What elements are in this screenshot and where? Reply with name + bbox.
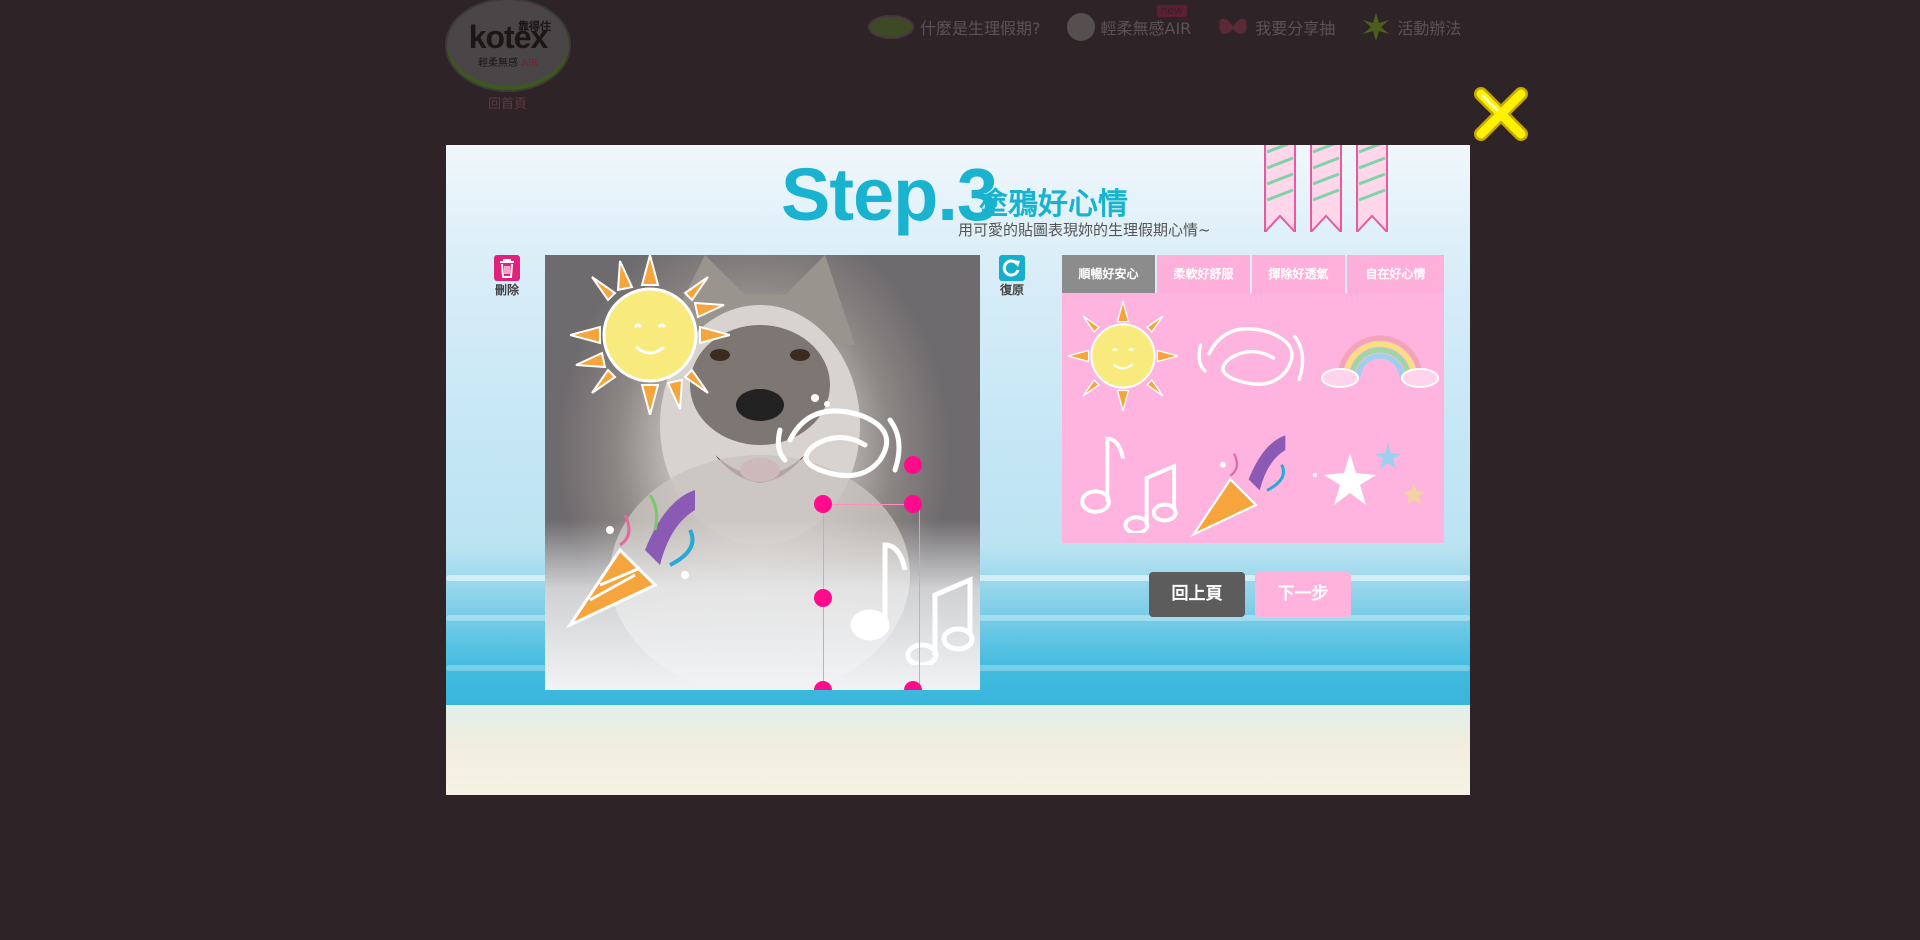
site-header: kotex 靠得住 輕柔無感 AIR 回首頁 什麼是生理假期? 輕柔無感AIR … bbox=[0, 0, 1920, 112]
swirl-sticker[interactable] bbox=[770, 390, 910, 500]
sticker-palette bbox=[1062, 293, 1444, 543]
delete-label: 刪除 bbox=[494, 283, 519, 297]
step-subtitle: 塗鴉好心情 bbox=[978, 187, 1128, 222]
kotex-logo[interactable]: kotex 靠得住 輕柔無感 AIR bbox=[447, 0, 569, 90]
resize-handle[interactable] bbox=[814, 495, 832, 513]
logo-sub: 輕柔無感 AIR bbox=[478, 57, 538, 69]
ribbon-decoration bbox=[1264, 145, 1388, 232]
swirl-sticker[interactable] bbox=[1192, 308, 1312, 408]
nav-item-what-is[interactable]: 什麼是生理假期? bbox=[868, 15, 1041, 39]
sun-sticker[interactable] bbox=[570, 255, 730, 415]
doodle-modal: Step.3 塗鴉好心情 用可愛的貼圖表現妳的生理假期心情~ 刪除 復原 順暢好… bbox=[446, 145, 1470, 795]
resize-handle[interactable] bbox=[904, 495, 922, 513]
home-link[interactable]: 回首頁 bbox=[488, 93, 527, 112]
resize-handle[interactable] bbox=[814, 589, 832, 607]
restore-button[interactable]: 復原 bbox=[999, 255, 1025, 298]
music-notes-sticker[interactable] bbox=[1072, 423, 1182, 533]
party-popper-sticker[interactable] bbox=[565, 480, 715, 630]
selection-box bbox=[823, 504, 920, 690]
next-step-button[interactable]: 下一步 bbox=[1255, 572, 1351, 617]
ufo-hat-icon bbox=[868, 15, 914, 39]
tab-soft[interactable]: 柔軟好舒服 bbox=[1157, 255, 1250, 293]
rotate-handle[interactable] bbox=[904, 456, 922, 474]
sun-sticker[interactable] bbox=[1068, 301, 1178, 411]
trash-icon bbox=[494, 255, 520, 281]
nav-item-share[interactable]: 我要分享抽 bbox=[1217, 15, 1335, 39]
rainbow-sticker[interactable] bbox=[1320, 328, 1440, 388]
butterfly-icon bbox=[1219, 18, 1247, 34]
new-badge: new bbox=[1156, 5, 1188, 17]
nav-item-air[interactable]: 輕柔無感AIR new bbox=[1066, 5, 1192, 41]
nav-label: 我要分享抽 bbox=[1255, 19, 1336, 38]
nav-label: 什麼是生理假期? bbox=[920, 19, 1041, 38]
top-nav: 什麼是生理假期? 輕柔無感AIR new 我要分享抽 活動辦法 bbox=[868, 5, 1487, 42]
tab-mood[interactable]: 自在好心情 bbox=[1347, 255, 1444, 293]
tab-breathable[interactable]: 揮除好透氣 bbox=[1252, 255, 1345, 293]
tab-smooth[interactable]: 順暢好安心 bbox=[1062, 255, 1155, 293]
step-description: 用可愛的貼圖表現妳的生理假期心情~ bbox=[958, 221, 1211, 239]
restore-label: 復原 bbox=[999, 283, 1024, 297]
party-popper-sticker[interactable] bbox=[1190, 428, 1300, 538]
sticker-tabs: 順暢好安心 柔軟好舒服 揮除好透氣 自在好心情 bbox=[1062, 255, 1444, 293]
nav-label: 活動辦法 bbox=[1397, 19, 1462, 38]
back-button[interactable]: 回上頁 bbox=[1149, 572, 1245, 617]
close-x-icon[interactable] bbox=[1471, 84, 1531, 144]
sand-background bbox=[446, 705, 1470, 795]
sparkle-burst-icon bbox=[1363, 13, 1390, 41]
undo-icon bbox=[999, 255, 1025, 281]
delete-button[interactable]: 刪除 bbox=[494, 255, 520, 298]
logo-brand-cn: 靠得住 bbox=[518, 20, 551, 33]
girl-face-icon bbox=[1066, 13, 1095, 41]
nav-label: 輕柔無感AIR bbox=[1100, 19, 1192, 38]
nav-item-rules[interactable]: 活動辦法 bbox=[1361, 12, 1461, 42]
stars-sticker[interactable] bbox=[1310, 443, 1430, 523]
doodle-canvas[interactable] bbox=[545, 255, 980, 690]
